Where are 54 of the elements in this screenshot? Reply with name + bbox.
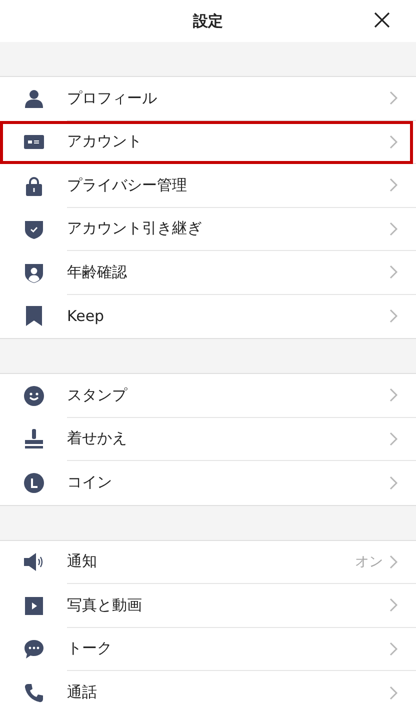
settings-row[interactable]: 年齢確認 [0,251,416,294]
row-label: コイン [67,473,113,492]
settings-row[interactable]: アカウント引き継ぎ [0,208,416,251]
close-icon[interactable] [374,12,390,28]
play-icon [24,596,44,616]
coin-icon [24,472,44,493]
lock-icon [24,176,44,196]
settings-row[interactable]: コイン [0,461,416,504]
row-label: 通話 [67,683,98,702]
row-label: スタンプ [67,386,128,405]
row-label: Keep [67,307,106,326]
row-label: アカウント引き継ぎ [67,219,203,238]
row-label: 着せかえ [67,429,128,448]
screen-title: 設定 [193,12,223,30]
chevron-icon [389,222,398,236]
chevron-icon [389,432,398,446]
settings-row[interactable]: アカウント [0,120,416,164]
row-label: プライバシー管理 [67,176,188,195]
settings-row[interactable]: 通知 オン [0,540,416,584]
chat-bubble-icon [24,639,44,660]
row-label: プロフィール [67,88,158,108]
row-label: 通知 [67,552,98,572]
chevron-icon [389,598,398,612]
stamp-icon [24,429,44,450]
shield-check-icon [24,219,44,240]
chevron-icon [389,265,398,280]
row-value: オン [355,552,383,571]
row-label: アカウント [67,132,143,152]
bookmark-icon [24,306,44,326]
row-label: 写真と動画 [67,596,143,615]
settings-row[interactable]: トーク [0,628,416,671]
speaker-icon [24,552,44,572]
settings-row[interactable]: Keep [0,294,416,338]
settings-row[interactable]: スタンプ [0,374,416,418]
settings-row[interactable]: 写真と動画 [0,584,416,628]
settings-row[interactable]: プライバシー管理 [0,164,416,208]
row-label: トーク [67,639,113,658]
shield-person-icon [24,262,44,283]
chevron-icon [389,309,398,324]
person-icon [24,88,44,109]
settings-row[interactable]: 着せかえ [0,418,416,461]
chevron-icon [389,686,398,700]
chevron-icon [389,91,398,106]
chevron-icon [389,388,398,402]
row-label: 年齢確認 [67,262,128,282]
smiley-icon [24,386,44,406]
settings-row[interactable]: プロフィール [0,77,416,120]
chevron-icon [389,642,398,656]
chevron-icon [389,178,398,192]
phone-icon [24,682,44,703]
chevron-icon [389,476,398,490]
settings-row[interactable]: 通話 [0,671,416,714]
chevron-icon [389,554,398,569]
chevron-icon [389,134,398,149]
